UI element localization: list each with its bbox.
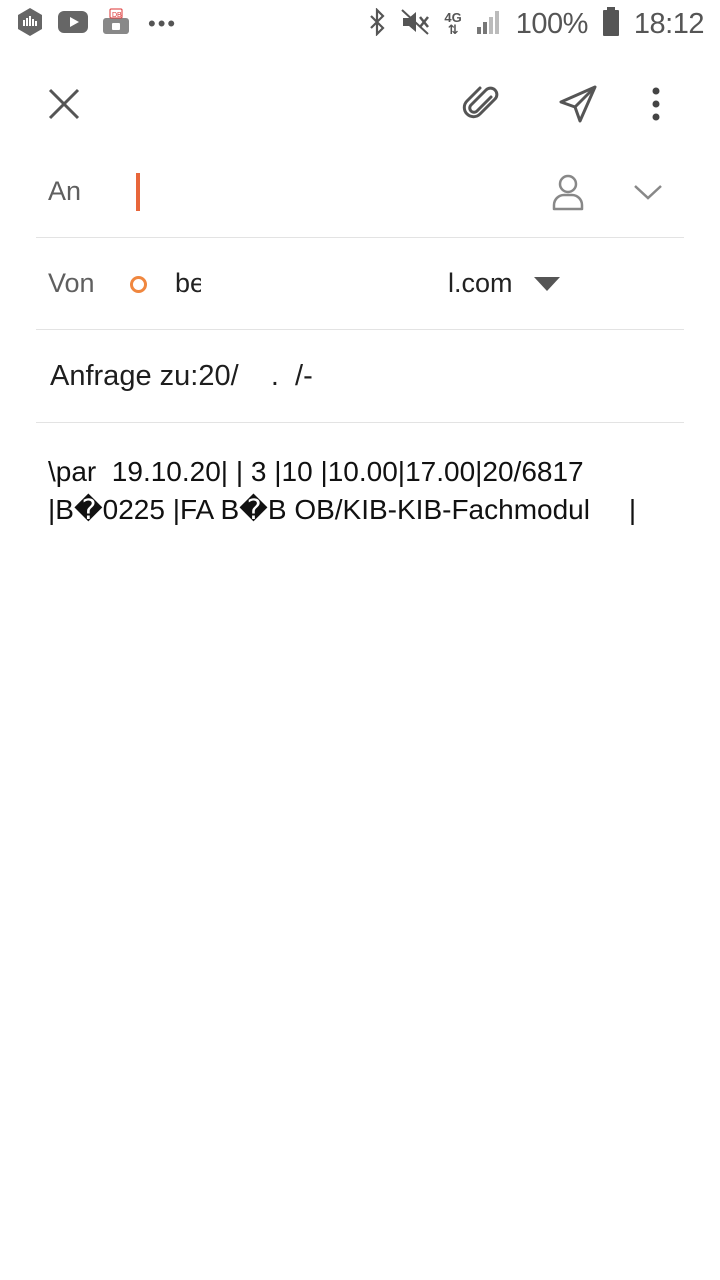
battery-icon <box>602 6 620 42</box>
compose-toolbar <box>0 64 720 144</box>
paperclip-icon <box>462 86 499 119</box>
youtube-icon <box>58 10 88 38</box>
bluetooth-icon <box>368 6 386 41</box>
attach-button[interactable] <box>446 64 518 144</box>
close-button[interactable] <box>28 64 100 144</box>
soundcloud-icon <box>16 7 44 42</box>
message-body[interactable]: \par 19.10.20| | 3 |10 |10.00|17.00|20/6… <box>48 453 678 529</box>
more-vert-icon <box>652 87 660 121</box>
send-icon <box>559 85 597 123</box>
network-type-label: 4G <box>444 10 462 25</box>
clock: 18:12 <box>633 7 705 40</box>
close-icon <box>48 88 80 120</box>
account-color-dot <box>130 276 147 293</box>
battery-percent: 100% <box>515 7 589 40</box>
to-label: An <box>48 176 82 206</box>
more-options-button[interactable] <box>620 64 692 144</box>
to-input[interactable] <box>132 156 522 226</box>
more-notifications-icon: ••• <box>148 11 178 36</box>
status-bar: DB ••• 4G ⇅ 100% 18:12 <box>0 0 720 48</box>
expand-recipients-button[interactable] <box>616 162 680 222</box>
chevron-down-icon <box>634 185 662 200</box>
svg-text:DB: DB <box>112 12 122 19</box>
add-contact-button[interactable] <box>536 162 600 222</box>
text-cursor <box>136 173 140 211</box>
db-navigator-icon: DB <box>102 8 130 41</box>
to-row: An <box>36 146 684 238</box>
subject-row[interactable]: Anfrage zu:20/ . /- <box>36 330 684 423</box>
from-label: Von <box>48 268 95 298</box>
from-row: Von be l.com <box>36 238 684 330</box>
person-icon <box>552 174 584 211</box>
signal-icon <box>476 9 502 40</box>
network-type: 4G ⇅ <box>444 10 462 37</box>
subject-field[interactable]: Anfrage zu:20/ . /- <box>50 330 313 422</box>
send-button[interactable] <box>542 64 614 144</box>
from-account-select[interactable] <box>164 248 584 318</box>
mute-icon <box>400 8 430 41</box>
